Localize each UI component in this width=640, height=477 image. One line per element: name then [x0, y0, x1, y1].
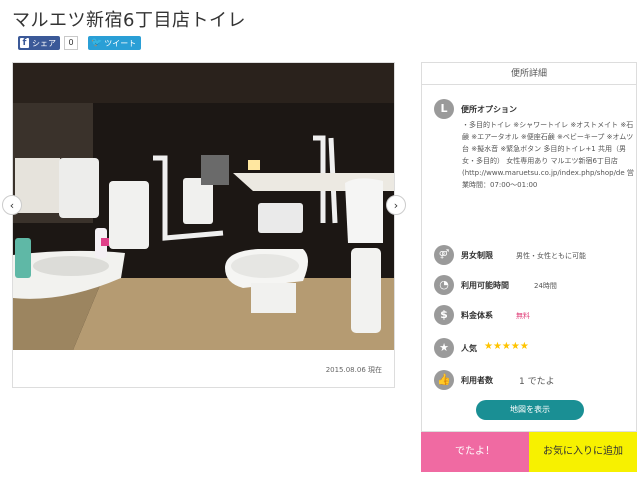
restroom-photo-image — [13, 63, 394, 350]
panel-header: 便所詳細 — [422, 63, 636, 85]
tweet-button[interactable]: 🐦 ツイート — [88, 36, 142, 50]
accessibility-icon: L — [434, 99, 454, 119]
share-bar: f シェア 0 🐦 ツイート — [18, 36, 142, 50]
add-favorite-button[interactable]: お気に入りに追加 — [529, 432, 637, 472]
gallery-next-button[interactable]: › — [386, 195, 406, 215]
hours-label: 利用可能時間 — [461, 281, 509, 290]
option-text: ・多目的トイレ ※シャワートイレ ※オストメイト ※石鹸 ※エアータオル ※便座… — [462, 121, 634, 189]
users-value: 1 でたよ — [519, 377, 555, 387]
facebook-icon: f — [20, 38, 29, 48]
gallery-prev-button[interactable]: ‹ — [2, 195, 22, 215]
users-row: 👍 利用者数 1 でたよ — [434, 370, 634, 392]
dollar-icon: $ — [434, 305, 454, 325]
chevron-right-icon: › — [393, 198, 399, 212]
details-panel: 便所詳細 L 便所オプション ・多目的トイレ ※シャワートイレ ※オストメイト … — [421, 62, 637, 432]
gender-value: 男性・女性ともに可能 — [516, 252, 586, 260]
facebook-share-label: シェア — [32, 38, 56, 48]
photo-date-caption: 2015.08.06 現在 — [325, 366, 382, 374]
fee-value: 無料 — [516, 312, 530, 320]
option-row: L 便所オプション ・多目的トイレ ※シャワートイレ ※オストメイト ※石鹸 ※… — [434, 99, 634, 249]
chevron-left-icon: ‹ — [9, 198, 15, 212]
gender-label: 男女制限 — [461, 251, 493, 260]
facebook-share-button[interactable]: f シェア — [18, 36, 60, 50]
twitter-bird-icon: 🐦 — [91, 38, 103, 48]
option-label: 便所オプション — [461, 105, 517, 114]
restroom-icon: ⚤ — [434, 245, 454, 265]
fee-label: 料金体系 — [461, 311, 493, 320]
users-label: 利用者数 — [461, 376, 493, 385]
facebook-share-count: 0 — [64, 36, 78, 50]
restroom-photo — [13, 63, 394, 350]
hours-row: ◔ 利用可能時間 24時間 — [434, 275, 634, 297]
photo-gallery: 2015.08.06 現在 — [12, 62, 395, 388]
hours-value: 24時間 — [534, 282, 557, 290]
fee-row: $ 料金体系 無料 — [434, 305, 634, 327]
popularity-label: 人気 — [461, 344, 477, 353]
gender-row: ⚤ 男女制限 男性・女性ともに可能 — [434, 245, 634, 267]
clock-icon: ◔ — [434, 275, 454, 295]
star-icon: ★ — [434, 338, 454, 358]
tweet-label: ツイート — [104, 38, 137, 48]
show-map-button[interactable]: 地図を表示 — [476, 400, 584, 420]
thumbs-up-icon: 👍 — [434, 370, 454, 390]
popularity-row: ★ 人気 ★★★★★ — [434, 338, 634, 360]
rating-stars: ★★★★★ — [484, 341, 529, 352]
page-title: マルエツ新宿6丁目店トイレ — [12, 10, 246, 31]
deta-button[interactable]: でたよ！ — [421, 432, 529, 472]
